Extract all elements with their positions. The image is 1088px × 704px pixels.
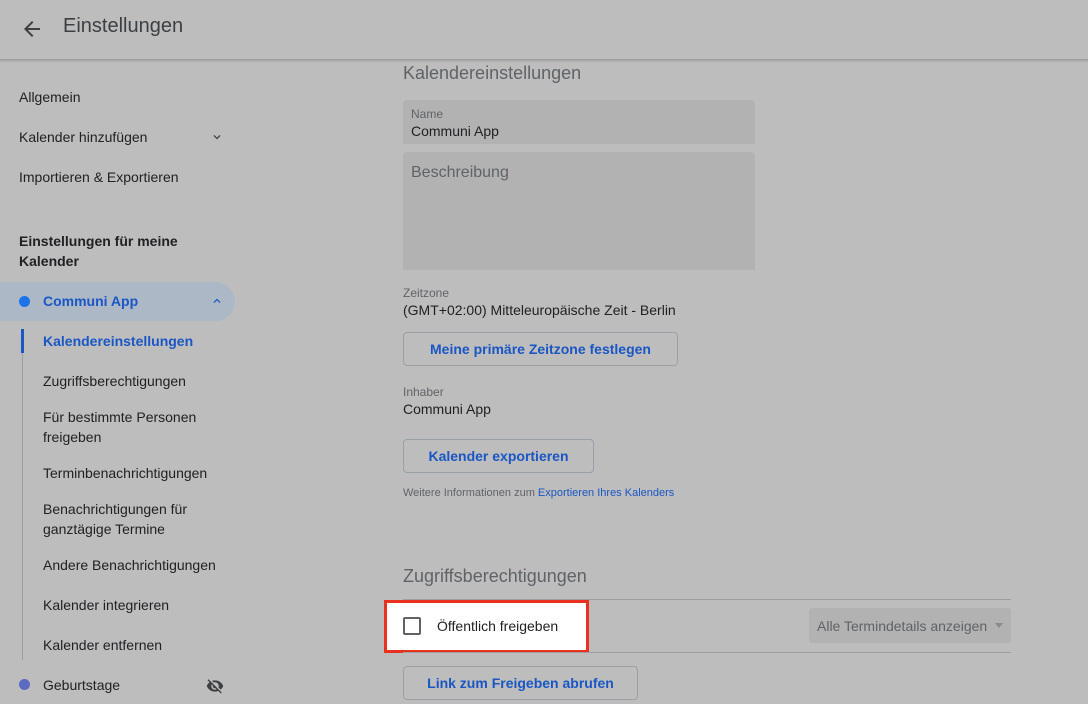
name-field[interactable]: Name Communi App (403, 100, 755, 144)
dropdown-arrow-icon (995, 623, 1003, 628)
subnav-integrate-calendar[interactable]: Kalender integrieren (43, 595, 223, 615)
calendar-name-communi-app[interactable]: Communi App (43, 291, 138, 311)
access-permissions-heading: Zugriffsberechtigungen (403, 566, 587, 586)
visibility-off-icon[interactable] (206, 677, 224, 695)
event-details-dropdown: Alle Termindetails anzeigen (809, 608, 1011, 643)
back-arrow-icon[interactable] (20, 17, 44, 41)
set-primary-timezone-button[interactable]: Meine primäre Zeitzone festlegen (403, 332, 678, 366)
subnav-calendar-settings[interactable]: Kalendereinstellungen (43, 331, 223, 351)
make-public-checkbox[interactable] (403, 617, 421, 635)
owner-label: Inhaber (403, 385, 444, 399)
subnav-other-notifications[interactable]: Andere Benachrichtigungen (43, 555, 223, 575)
timezone-label: Zeitzone (403, 286, 450, 300)
sidebar-item-import-export[interactable]: Importieren & Exportieren (19, 167, 179, 187)
subnav-access-permissions[interactable]: Zugriffsberechtigungen (43, 371, 223, 391)
sidebar-item-add-calendar[interactable]: Kalender hinzufügen (19, 127, 147, 147)
event-details-dropdown-value: Alle Termindetails anzeigen (817, 618, 988, 634)
top-bar: Einstellungen (0, 0, 1088, 60)
description-field[interactable]: Beschreibung (403, 152, 755, 270)
export-info: Weitere Informationen zum Exportieren Ih… (403, 487, 674, 499)
subnav-share-with-people[interactable]: Für bestimmte Personen freigeben (43, 407, 213, 447)
divider (403, 652, 1011, 653)
page-title: Einstellungen (63, 15, 184, 37)
export-calendar-button[interactable]: Kalender exportieren (403, 439, 594, 473)
calendar-settings-heading: Kalendereinstellungen (403, 63, 582, 83)
subnav-line (22, 330, 23, 660)
get-share-link-button[interactable]: Link zum Freigeben abrufen (403, 666, 638, 700)
owner-value: Communi App (403, 401, 491, 417)
chevron-up-icon[interactable] (210, 294, 224, 308)
timezone-value: (GMT+02:00) Mitteleuropäische Zeit - Ber… (403, 302, 676, 318)
sidebar-item-general[interactable]: Allgemein (19, 87, 80, 107)
subnav-event-notifications[interactable]: Terminbenachrichtigungen (43, 463, 223, 483)
calendar-color-dot (19, 679, 30, 690)
make-public-label[interactable]: Öffentlich freigeben (437, 618, 558, 634)
chevron-down-icon[interactable] (210, 130, 224, 144)
name-field-value[interactable]: Communi App (411, 123, 499, 139)
calendar-color-dot (19, 296, 30, 307)
description-placeholder: Beschreibung (411, 164, 509, 181)
sidebar-calendar-birthdays[interactable]: Geburtstage (43, 675, 120, 695)
export-info-link[interactable]: Exportieren Ihres Kalenders (538, 487, 674, 499)
export-info-text: Weitere Informationen zum (403, 487, 535, 499)
subnav-remove-calendar[interactable]: Kalender entfernen (43, 635, 223, 655)
name-field-label: Name (411, 107, 444, 121)
subnav-active-indicator (21, 329, 24, 353)
subnav-all-day-notifications[interactable]: Benachrichtigungen für ganztägige Termin… (43, 499, 208, 539)
my-calendars-heading: Einstellungen für meine Kalender (19, 233, 178, 269)
